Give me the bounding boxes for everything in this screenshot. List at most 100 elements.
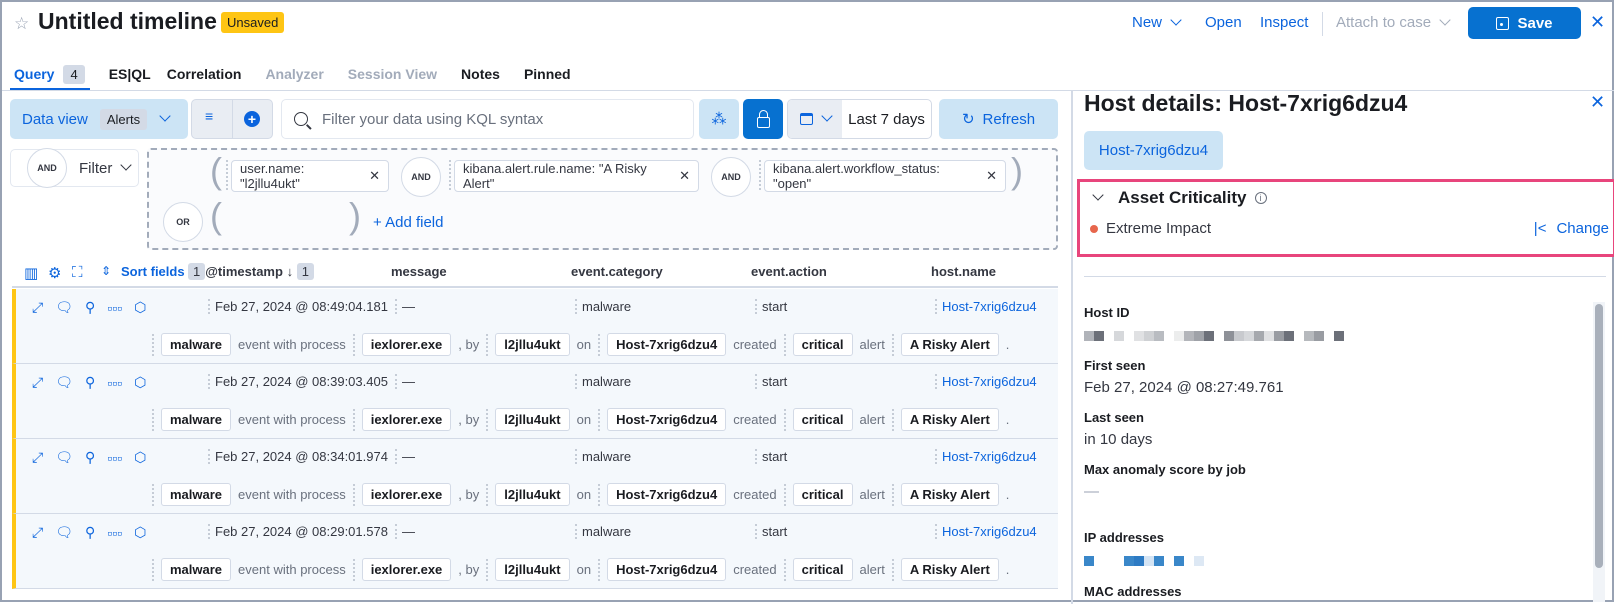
drag-handle[interactable] xyxy=(783,333,786,356)
add-filter-icon[interactable]: + xyxy=(244,111,260,127)
drag-handle[interactable] xyxy=(891,483,894,506)
drag-handle[interactable] xyxy=(783,408,786,431)
pin-event-icon[interactable]: ⚲ xyxy=(85,449,95,466)
cell-host-name-link[interactable]: Host-7xrig6dzu4 xyxy=(935,524,1037,539)
remove-pill-icon[interactable]: ✕ xyxy=(679,168,690,184)
drag-handle[interactable] xyxy=(486,408,489,431)
analyze-event-icon[interactable]: ⬡ xyxy=(134,299,146,316)
favorite-star-icon[interactable]: ☆ xyxy=(14,14,29,34)
tab-analyzer[interactable]: Analyzer xyxy=(265,62,323,86)
token-rule[interactable]: A Risky Alert xyxy=(900,408,999,431)
data-view-picker[interactable]: Data view Alerts xyxy=(10,99,188,139)
cell-host-name-link[interactable]: Host-7xrig6dzu4 xyxy=(935,299,1037,314)
change-criticality-button[interactable]: |< Change xyxy=(1534,220,1609,237)
token-process[interactable]: iexlorer.exe xyxy=(361,483,452,506)
token-user[interactable]: l2jllu4ukt xyxy=(495,408,570,431)
flyout-scrollbar-thumb[interactable] xyxy=(1595,304,1603,568)
quick-date-menu[interactable] xyxy=(788,100,842,138)
token-host[interactable]: Host-7xrig6dzu4 xyxy=(607,483,727,506)
token-process[interactable]: iexlorer.exe xyxy=(361,333,452,356)
add-note-icon[interactable]: 🗨︎ xyxy=(55,299,73,316)
analyze-event-icon[interactable]: ⬡ xyxy=(134,449,146,466)
more-actions-icon[interactable]: ▫▫▫ xyxy=(107,450,122,466)
token-category[interactable]: malware xyxy=(161,558,232,581)
date-picker[interactable]: Last 7 days xyxy=(787,99,932,139)
refresh-button[interactable]: ↻ Refresh xyxy=(939,99,1058,139)
token-rule[interactable]: A Risky Alert xyxy=(900,333,999,356)
drag-handle[interactable] xyxy=(152,408,154,431)
expand-event-icon[interactable]: ⤢ xyxy=(32,374,43,391)
sort-fields-button[interactable]: Sort fields xyxy=(121,264,185,279)
more-actions-icon[interactable]: ▫▫▫ xyxy=(107,300,122,316)
cell-host-name-link[interactable]: Host-7xrig6dzu4 xyxy=(935,374,1037,389)
column-header-event-category[interactable]: event.category xyxy=(571,264,663,279)
pin-event-icon[interactable]: ⚲ xyxy=(85,374,95,391)
drag-handle[interactable] xyxy=(598,483,601,506)
lock-date-button[interactable] xyxy=(743,99,783,139)
timeline-title[interactable]: Untitled timeline xyxy=(38,8,217,35)
token-severity[interactable]: critical xyxy=(792,333,853,356)
remove-pill-icon[interactable]: ✕ xyxy=(369,168,380,184)
cell-host-name-link[interactable]: Host-7xrig6dzu4 xyxy=(935,449,1037,464)
add-note-icon[interactable]: 🗨︎ xyxy=(55,449,73,466)
add-field-button[interactable]: + Add field xyxy=(373,214,443,231)
drag-handle[interactable] xyxy=(486,483,489,506)
token-severity[interactable]: critical xyxy=(792,483,853,506)
open-button[interactable]: Open xyxy=(1205,14,1242,31)
more-actions-icon[interactable]: ▫▫▫ xyxy=(107,525,122,541)
add-note-icon[interactable]: 🗨︎ xyxy=(55,374,73,391)
tab-session-view[interactable]: Session View xyxy=(348,62,437,86)
token-rule[interactable]: A Risky Alert xyxy=(900,483,999,506)
drag-handle[interactable] xyxy=(598,333,601,356)
drag-handle[interactable] xyxy=(891,558,894,581)
token-user[interactable]: l2jllu4ukt xyxy=(495,333,570,356)
drag-handle[interactable] xyxy=(152,333,154,356)
drag-handle[interactable] xyxy=(352,558,355,581)
drag-handle[interactable] xyxy=(598,408,601,431)
fullscreen-icon[interactable]: ⛶ xyxy=(72,264,83,281)
filter-pill-user-name[interactable]: user.name: "l2jllu4ukt" ✕ xyxy=(231,160,389,192)
pin-event-icon[interactable]: ⚲ xyxy=(85,299,95,316)
attach-to-case-button[interactable]: Attach to case xyxy=(1336,14,1451,31)
column-header-host-name[interactable]: host.name xyxy=(931,264,996,279)
more-actions-icon[interactable]: ▫▫▫ xyxy=(107,375,122,391)
drag-handle[interactable] xyxy=(486,558,489,581)
asset-criticality-toggle[interactable]: Asset Criticality i xyxy=(1092,188,1267,208)
drag-handle[interactable] xyxy=(759,160,762,190)
token-rule[interactable]: A Risky Alert xyxy=(900,558,999,581)
tab-notes[interactable]: Notes xyxy=(461,62,500,86)
token-category[interactable]: malware xyxy=(161,483,232,506)
field-browser-icon[interactable]: ▥ xyxy=(24,264,38,282)
info-icon[interactable]: i xyxy=(1254,192,1267,204)
drag-handle[interactable] xyxy=(152,558,154,581)
tab-query[interactable]: Query 4 xyxy=(14,62,85,86)
save-button[interactable]: Save xyxy=(1468,7,1581,39)
expand-event-icon[interactable]: ⤢ xyxy=(32,524,43,541)
token-severity[interactable]: critical xyxy=(792,408,853,431)
column-header-event-action[interactable]: event.action xyxy=(751,264,827,279)
token-process[interactable]: iexlorer.exe xyxy=(361,408,452,431)
analyze-event-icon[interactable]: ⬡ xyxy=(134,374,146,391)
add-note-icon[interactable]: 🗨︎ xyxy=(55,524,73,541)
inspect-button[interactable]: Inspect xyxy=(1260,14,1308,31)
drag-handle[interactable] xyxy=(486,333,489,356)
filter-pill-workflow-status[interactable]: kibana.alert.workflow_status: "open" ✕ xyxy=(764,160,1006,192)
tab-pinned[interactable]: Pinned xyxy=(524,62,571,86)
drag-handle[interactable] xyxy=(891,408,894,431)
close-timeline-icon[interactable]: ✕ xyxy=(1590,12,1605,33)
tab-correlation[interactable]: Correlation xyxy=(167,62,242,86)
pin-event-icon[interactable]: ⚲ xyxy=(85,524,95,541)
new-menu-button[interactable]: New xyxy=(1132,14,1182,31)
token-user[interactable]: l2jllu4ukt xyxy=(495,483,570,506)
column-header-timestamp[interactable]: 1 @timestamp ↓ 1 xyxy=(188,263,314,280)
token-host[interactable]: Host-7xrig6dzu4 xyxy=(607,408,727,431)
drag-handle[interactable] xyxy=(226,160,229,190)
settings-gear-icon[interactable]: ⚙ xyxy=(48,264,61,282)
remove-pill-icon[interactable]: ✕ xyxy=(986,168,997,184)
drag-handle[interactable] xyxy=(352,408,355,431)
tree-view-button[interactable]: ⁂ xyxy=(699,99,739,139)
token-category[interactable]: malware xyxy=(161,333,232,356)
token-host[interactable]: Host-7xrig6dzu4 xyxy=(607,333,727,356)
drag-handle[interactable] xyxy=(352,333,355,356)
tab-esql[interactable]: ES|QL xyxy=(109,62,151,86)
